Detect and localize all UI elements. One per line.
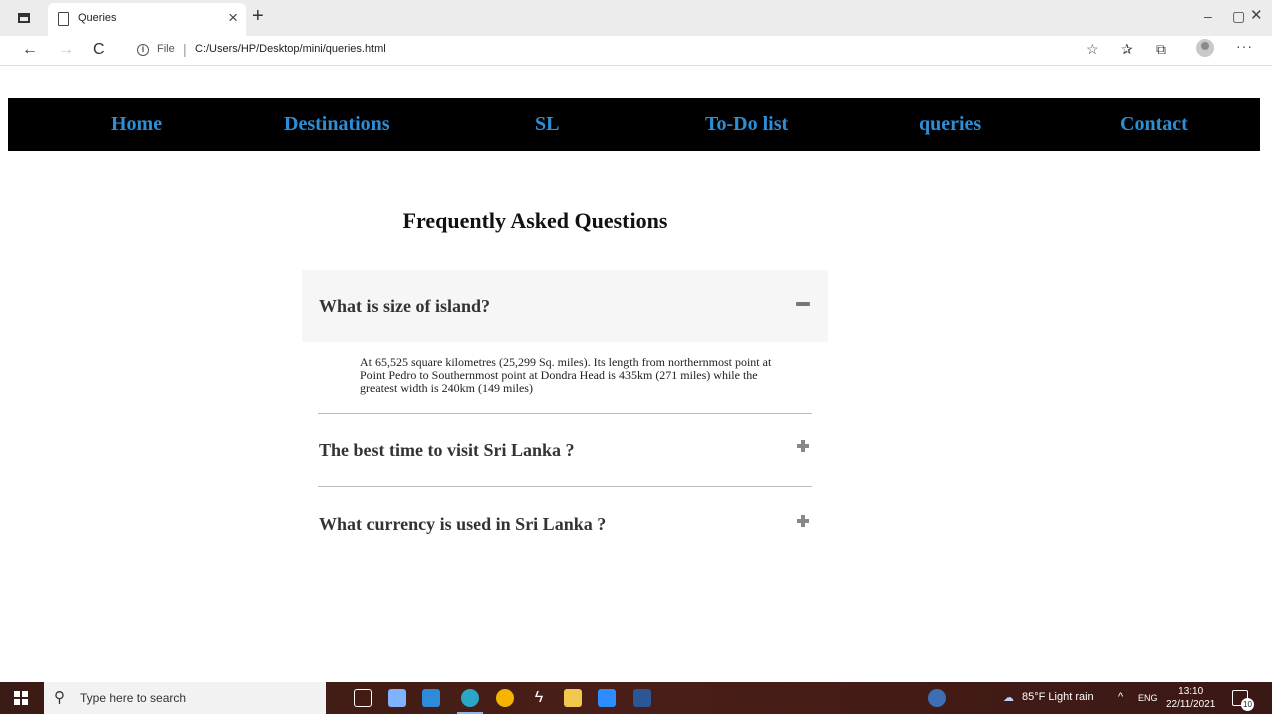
zoom-icon[interactable] — [598, 689, 616, 707]
cloud-icon: ☁ — [1003, 692, 1014, 704]
nav-link-sl[interactable]: SL — [535, 111, 559, 137]
address-bar-row: ← → C i File | C:/Users/HP/Desktop/mini/… — [0, 36, 1272, 66]
favorites-icon[interactable]: ✰ — [1121, 41, 1133, 57]
lightning-icon[interactable]: ϟ — [530, 689, 548, 707]
reload-button[interactable]: C — [93, 41, 105, 59]
address-separator: | — [183, 41, 187, 57]
clock-date: 22/11/2021 — [1166, 699, 1216, 710]
weather-text[interactable]: 85°F Light rain — [1022, 691, 1094, 703]
nav-link-contact[interactable]: Contact — [1120, 111, 1188, 137]
nav-link-queries[interactable]: queries — [919, 111, 981, 137]
site-navbar: Home Destinations SL To-Do list queries … — [8, 98, 1260, 151]
page-icon — [58, 12, 69, 26]
minimize-button[interactable]: – — [1204, 6, 1212, 26]
notification-count: 10 — [1241, 698, 1254, 711]
tab-actions-icon[interactable] — [16, 11, 32, 25]
file-label: File — [157, 43, 175, 55]
taskbar-clock[interactable]: 13:10 22/11/2021 — [1166, 685, 1215, 711]
nav-link-home[interactable]: Home — [111, 111, 162, 137]
nav-link-destinations[interactable]: Destinations — [284, 111, 390, 137]
dropbox-icon[interactable] — [388, 689, 406, 707]
edge-icon[interactable] — [457, 689, 483, 714]
faq-question-text: What currency is used in Sri Lanka ? — [319, 514, 607, 534]
chrome-icon[interactable] — [496, 689, 514, 707]
profile-avatar[interactable] — [1196, 39, 1214, 57]
tab-title: Queries — [78, 12, 117, 24]
info-icon[interactable]: i — [137, 44, 149, 56]
browser-tab[interactable]: Queries × — [48, 3, 246, 36]
add-favorite-icon[interactable]: ☆ — [1086, 41, 1099, 57]
page-title: Frequently Asked Questions — [402, 208, 668, 233]
nav-link-todo[interactable]: To-Do list — [705, 111, 788, 137]
faq-divider — [318, 413, 812, 414]
collections-icon[interactable]: ⧉ — [1156, 41, 1166, 57]
address-url[interactable]: C:/Users/HP/Desktop/mini/queries.html — [195, 43, 386, 55]
clock-time: 13:10 — [1178, 686, 1204, 697]
back-button[interactable]: ← — [22, 41, 38, 59]
file-explorer-icon[interactable] — [564, 689, 582, 707]
notification-icon[interactable]: 10 — [1232, 690, 1254, 711]
word-icon[interactable] — [633, 689, 651, 707]
expand-icon[interactable] — [797, 515, 809, 527]
help-icon[interactable] — [928, 689, 946, 707]
expand-icon[interactable] — [797, 440, 809, 452]
forward-button[interactable]: → — [58, 41, 74, 59]
start-button[interactable] — [14, 691, 28, 705]
close-window-button[interactable]: ✕ — [1250, 6, 1263, 26]
collapse-icon[interactable] — [796, 302, 810, 306]
taskbar-search-input[interactable]: ⚲ Type here to search — [44, 682, 326, 714]
faq-question-expanded[interactable]: What is size of island? — [302, 270, 828, 342]
browser-tab-strip: Queries × + – ▢ ✕ — [0, 0, 1272, 36]
faq-answer: At 65,525 square kilometres (25,299 Sq. … — [360, 355, 772, 395]
new-tab-button[interactable]: + — [252, 4, 264, 28]
mail-icon[interactable] — [422, 689, 440, 707]
maximize-button[interactable]: ▢ — [1232, 6, 1245, 26]
tab-close-icon[interactable]: × — [228, 8, 238, 28]
faq-divider — [318, 486, 812, 487]
search-placeholder: Type here to search — [80, 691, 187, 705]
chevron-up-icon[interactable]: ^ — [1118, 691, 1123, 703]
windows-taskbar: ⚲ Type here to search ϟ ☁ 85°F Light rai… — [0, 682, 1272, 714]
language-indicator[interactable]: ENG — [1138, 693, 1158, 703]
faq-question-text: What is size of island? — [319, 296, 491, 316]
more-menu-icon[interactable]: ··· — [1236, 38, 1253, 54]
search-icon: ⚲ — [54, 689, 65, 706]
faq-question-text: The best time to visit Sri Lanka ? — [319, 440, 575, 460]
task-view-icon[interactable] — [354, 689, 372, 707]
